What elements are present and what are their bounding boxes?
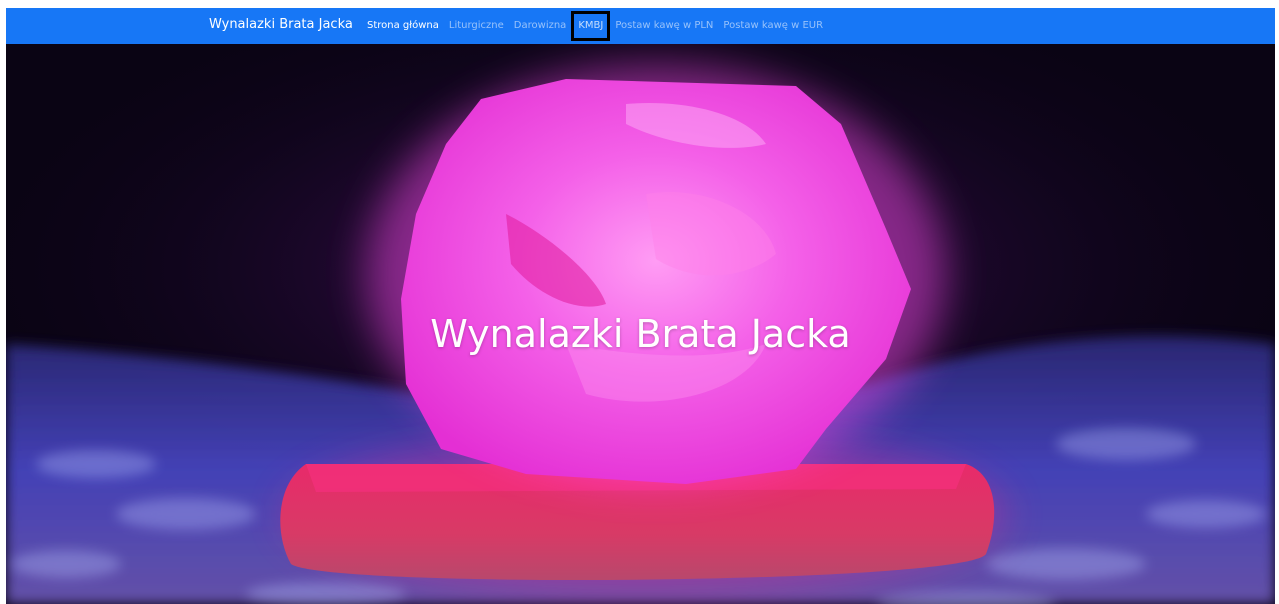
nav-link-darowizna[interactable]: Darowizna — [509, 8, 572, 44]
page: Wynalazki Brata Jacka Strona główna Litu… — [0, 0, 1279, 604]
hero-title: Wynalazki Brata Jacka — [430, 312, 851, 356]
nav-link-kmbj[interactable]: KMBJ — [571, 11, 611, 41]
top-navbar: Wynalazki Brata Jacka Strona główna Litu… — [6, 8, 1275, 44]
nav-links: Strona główna Liturgiczne Darowizna KMBJ… — [362, 8, 828, 44]
brand-link[interactable]: Wynalazki Brata Jacka — [209, 17, 353, 32]
nav-link-kawa-eur[interactable]: Postaw kawę w EUR — [718, 8, 828, 44]
nav-link-liturgiczne[interactable]: Liturgiczne — [444, 8, 509, 44]
hero-section: Wynalazki Brata Jacka — [6, 44, 1275, 604]
nav-link-strona-glowna[interactable]: Strona główna — [362, 8, 444, 44]
nav-link-kawa-pln[interactable]: Postaw kawę w PLN — [610, 8, 718, 44]
